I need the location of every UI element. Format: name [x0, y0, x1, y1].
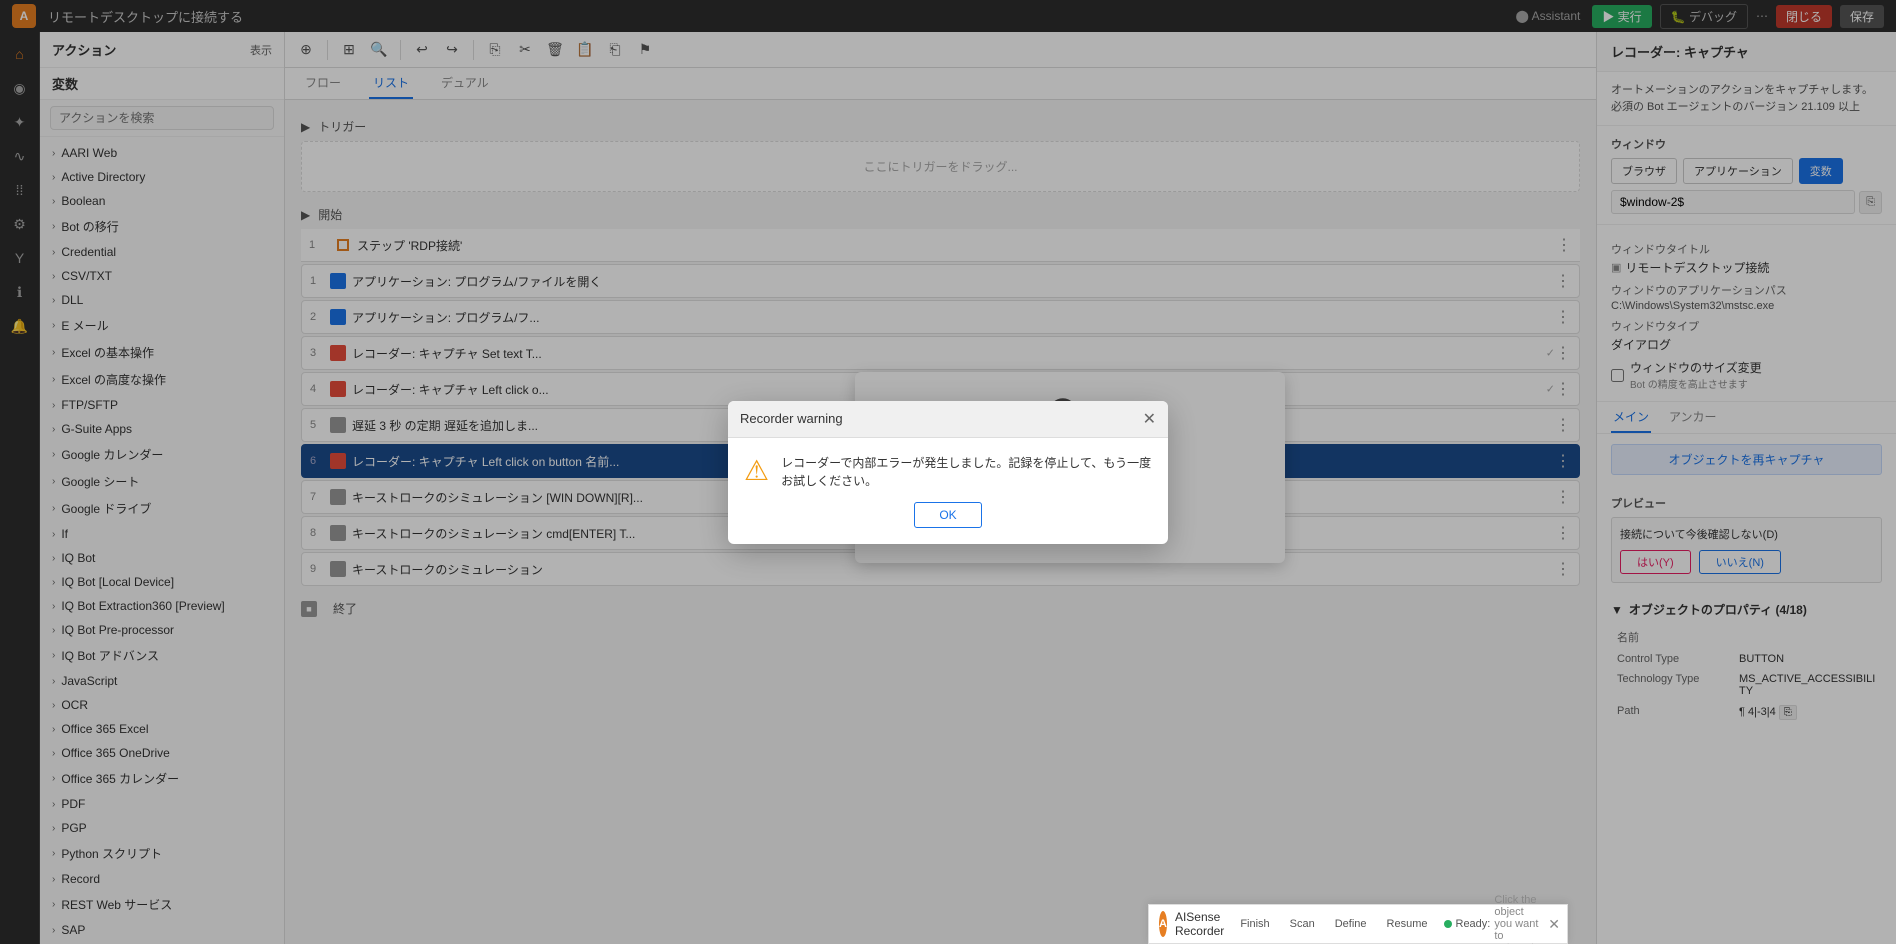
- aisense-bar: A AISense Recorder Finish Scan Define Re…: [1148, 904, 1568, 944]
- aisense-define-btn[interactable]: Define: [1327, 915, 1375, 933]
- dialog-actions: OK: [744, 502, 1152, 528]
- dialog-title: Recorder warning: [740, 411, 843, 426]
- ready-dot: [1444, 920, 1452, 928]
- aisense-scan-btn[interactable]: Scan: [1282, 915, 1323, 933]
- dialog-ok-btn[interactable]: OK: [914, 502, 981, 528]
- aisense-actions: Finish Scan Define Resume: [1232, 915, 1435, 933]
- aisense-finish-btn[interactable]: Finish: [1232, 915, 1277, 933]
- dialog-close-btn[interactable]: ✕: [1143, 409, 1156, 429]
- warning-triangle-icon: ⚠: [744, 454, 769, 487]
- modal-overlay: Recorder warning ✕ ⚠ レコーダーで内部エラーが発生しました。…: [0, 0, 1896, 944]
- warning-row: ⚠ レコーダーで内部エラーが発生しました。記録を停止して、もう一度お試しください…: [744, 454, 1152, 490]
- dialog-title-bar: Recorder warning ✕: [728, 401, 1168, 438]
- aisense-status: Ready: Click the object you want to auto…: [1444, 894, 1541, 944]
- recorder-warning-dialog: Recorder warning ✕ ⚠ レコーダーで内部エラーが発生しました。…: [728, 401, 1168, 544]
- aisense-close-btn[interactable]: ✕: [1548, 916, 1560, 933]
- warning-message: レコーダーで内部エラーが発生しました。記録を停止して、もう一度お試しください。: [781, 454, 1152, 490]
- ready-text: Ready:: [1456, 918, 1491, 930]
- aisense-title: AISense Recorder: [1175, 910, 1224, 938]
- ready-desc: Click the object you want to automate: [1494, 894, 1540, 944]
- aisense-resume-btn[interactable]: Resume: [1379, 915, 1436, 933]
- dialog-body: ⚠ レコーダーで内部エラーが発生しました。記録を停止して、もう一度お試しください…: [728, 438, 1168, 544]
- aisense-avatar: A: [1159, 911, 1167, 937]
